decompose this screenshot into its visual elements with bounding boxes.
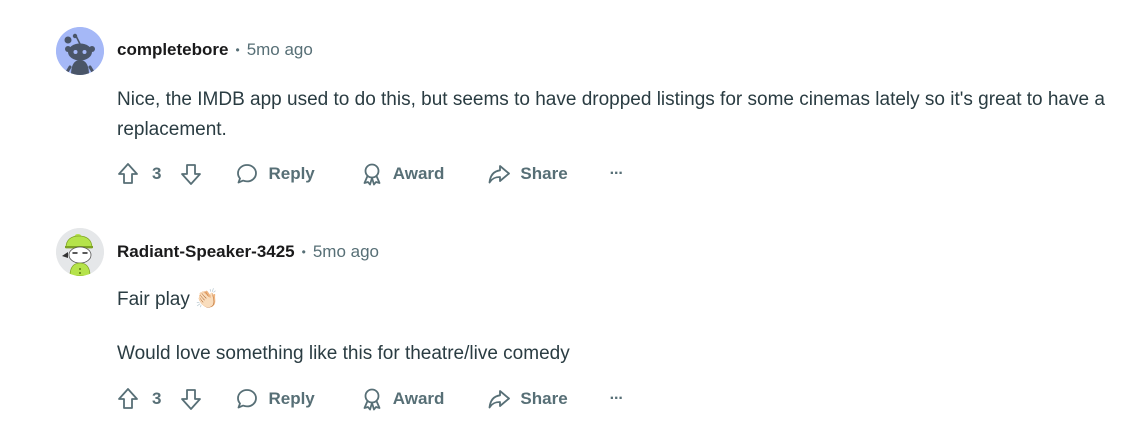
timestamp-link[interactable]: 5mo ago xyxy=(313,242,379,262)
vote-count: 3 xyxy=(152,389,162,408)
more-options-icon: ··· xyxy=(609,390,624,407)
share-icon xyxy=(487,387,511,411)
comment: Radiant-Speaker-3425 • 5mo ago Fair play… xyxy=(0,210,1140,438)
vote-count: 3 xyxy=(152,164,162,183)
downvote-icon[interactable] xyxy=(177,387,205,411)
award-icon xyxy=(360,162,384,186)
comment-meta: completebore • 5mo ago xyxy=(117,38,313,62)
reply-label: Reply xyxy=(268,389,315,408)
username-link[interactable]: Radiant-Speaker-3425 xyxy=(117,242,295,262)
timestamp-link[interactable]: 5mo ago xyxy=(247,40,313,60)
more-options-icon: ··· xyxy=(609,165,624,182)
upvote-icon[interactable] xyxy=(114,387,142,411)
comment-paragraph: Would love something like this for theat… xyxy=(117,343,570,364)
comment-action-bar: 3 Reply Award Share ··· xyxy=(114,384,624,414)
reply-label: Reply xyxy=(268,164,315,183)
share-button[interactable]: Share xyxy=(487,162,568,186)
comment-body: Fair play 👏🏻 Would love something like t… xyxy=(117,285,1117,369)
award-label: Award xyxy=(392,164,445,183)
comment: completebore • 5mo ago Nice, the IMDB ap… xyxy=(0,0,1140,210)
award-button[interactable]: Award xyxy=(360,162,445,186)
share-label: Share xyxy=(520,389,568,408)
meta-separator: • xyxy=(301,245,306,259)
meta-separator: • xyxy=(235,43,240,57)
share-label: Share xyxy=(520,164,568,183)
share-icon xyxy=(487,162,511,186)
award-label: Award xyxy=(392,389,445,408)
snoo-green-hat-avatar-icon xyxy=(56,228,104,276)
upvote-icon[interactable] xyxy=(114,162,142,186)
user-avatar[interactable] xyxy=(56,27,104,75)
more-options-button[interactable]: ··· xyxy=(609,165,624,183)
comment-paragraph: Nice, the IMDB app used to do this, but … xyxy=(117,89,1105,140)
comment-bubble-icon xyxy=(235,387,259,411)
more-options-button[interactable]: ··· xyxy=(609,390,624,408)
share-button[interactable]: Share xyxy=(487,387,568,411)
award-button[interactable]: Award xyxy=(360,387,445,411)
reply-button[interactable]: Reply xyxy=(235,162,315,186)
comment-paragraph: Fair play 👏🏻 xyxy=(117,289,219,310)
award-icon xyxy=(360,387,384,411)
downvote-icon[interactable] xyxy=(177,162,205,186)
comment-meta: Radiant-Speaker-3425 • 5mo ago xyxy=(117,240,379,264)
comment-bubble-icon xyxy=(235,162,259,186)
comment-body: Nice, the IMDB app used to do this, but … xyxy=(117,85,1117,145)
username-link[interactable]: completebore xyxy=(117,40,228,60)
reply-button[interactable]: Reply xyxy=(235,387,315,411)
user-avatar[interactable] xyxy=(56,228,104,276)
snoo-default-avatar-icon xyxy=(56,27,104,75)
comment-action-bar: 3 Reply Award Share ··· xyxy=(114,159,624,189)
